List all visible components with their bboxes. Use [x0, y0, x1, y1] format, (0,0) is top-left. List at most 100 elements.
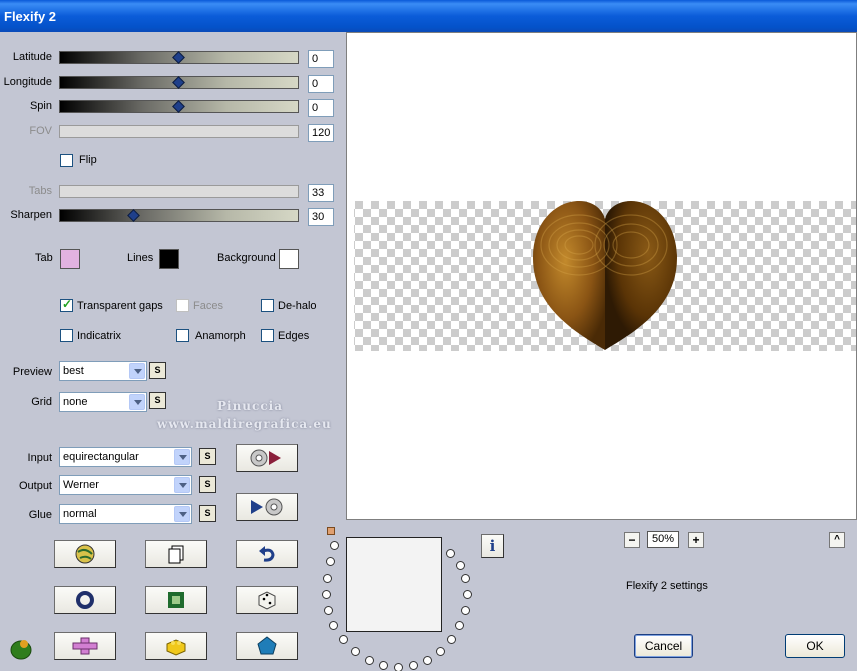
fov-value[interactable]: 120: [308, 124, 334, 142]
preview-label: Preview: [12, 366, 52, 378]
background-color-swatch[interactable]: [279, 249, 299, 269]
import-settings-button[interactable]: [236, 444, 298, 472]
output-s-button[interactable]: S: [199, 476, 216, 493]
preview-s-button[interactable]: S: [149, 362, 166, 379]
grid-select[interactable]: none: [59, 392, 147, 412]
anamorph-label: Anamorph: [195, 330, 246, 342]
plugin-logo-icon: [8, 635, 34, 664]
collapse-button[interactable]: ^: [829, 532, 845, 548]
ring-dot: [463, 590, 472, 599]
ring-dot: [339, 635, 348, 644]
window-title: Flexify 2: [4, 9, 57, 24]
flip-checkbox[interactable]: [60, 154, 73, 167]
longitude-slider[interactable]: [59, 76, 299, 89]
chevron-down-icon[interactable]: [174, 506, 190, 522]
slider-thumb[interactable]: [127, 209, 140, 222]
ring-dot: [394, 663, 403, 671]
edges-checkbox[interactable]: [261, 329, 274, 342]
random-tool-button[interactable]: [54, 540, 116, 568]
indicatrix-label: Indicatrix: [77, 330, 122, 342]
dehalo-checkbox[interactable]: [261, 299, 274, 312]
slider-thumb[interactable]: [172, 100, 185, 113]
plus-grid-icon: [72, 637, 98, 655]
glue-s-button[interactable]: S: [199, 505, 216, 522]
glue-select-value: normal: [63, 508, 97, 520]
brick-tool-button[interactable]: [145, 632, 207, 660]
flip-label: Flip: [79, 154, 97, 166]
chevron-down-icon[interactable]: [174, 477, 190, 493]
info-icon: i: [489, 537, 496, 555]
longitude-label: Longitude: [3, 76, 52, 88]
ring-dot: [461, 606, 470, 615]
navigator-thumbnail[interactable]: [346, 537, 442, 632]
disc-to-arrow-icon: [250, 449, 281, 467]
pentagon-icon: [257, 636, 277, 655]
lines-color-swatch[interactable]: [159, 249, 179, 269]
grid-s-button[interactable]: S: [149, 392, 166, 409]
frame-tool-button[interactable]: [145, 586, 207, 614]
fov-label: FOV: [29, 125, 52, 137]
pentagon-tool-button[interactable]: [236, 632, 298, 660]
faces-checkbox: [176, 299, 189, 312]
chevron-down-icon[interactable]: [129, 394, 145, 410]
slider-thumb[interactable]: [172, 51, 185, 64]
preview-select[interactable]: best: [59, 361, 147, 381]
transparent-gaps-checkbox[interactable]: [60, 297, 73, 312]
faces-label: Faces: [193, 300, 223, 312]
ring-dot: [330, 541, 339, 550]
slider-thumb[interactable]: [172, 76, 185, 89]
chevron-down-icon[interactable]: [129, 363, 145, 379]
background-color-label: Background: [217, 252, 276, 264]
dice-icon: [258, 591, 276, 610]
plus-tool-button[interactable]: [54, 632, 116, 660]
fov-slider: [59, 125, 299, 138]
cancel-button[interactable]: Cancel: [634, 634, 693, 658]
ring-dot: [322, 590, 331, 599]
input-select-value: equirectangular: [63, 451, 139, 463]
ring-dot: [351, 647, 360, 656]
input-label: Input: [27, 452, 52, 464]
ring-dot: [461, 574, 470, 583]
sharpen-value[interactable]: 30: [308, 208, 334, 226]
output-select[interactable]: Werner: [59, 475, 192, 495]
input-select[interactable]: equirectangular: [59, 447, 192, 467]
longitude-value[interactable]: 0: [308, 75, 334, 93]
tabs-value[interactable]: 33: [308, 184, 334, 202]
sharpen-slider[interactable]: [59, 209, 299, 222]
title-bar: Flexify 2: [0, 0, 857, 32]
output-select-value: Werner: [63, 479, 99, 491]
ring-dot: [409, 661, 418, 670]
glue-label: Glue: [28, 509, 52, 521]
copy-tool-button[interactable]: [145, 540, 207, 568]
latitude-value[interactable]: 0: [308, 50, 334, 68]
ring-dot: [329, 621, 338, 630]
undo-button[interactable]: [236, 540, 298, 568]
globe-icon: [75, 544, 95, 564]
zoom-out-button[interactable]: −: [624, 532, 640, 548]
preview-canvas[interactable]: [346, 32, 857, 520]
zoom-level: 50%: [647, 531, 679, 548]
input-s-button[interactable]: S: [199, 448, 216, 465]
latitude-slider[interactable]: [59, 51, 299, 64]
ring-dot: [455, 621, 464, 630]
spin-value[interactable]: 0: [308, 99, 334, 117]
tab-color-swatch[interactable]: [60, 249, 80, 269]
glue-select[interactable]: normal: [59, 504, 192, 524]
export-settings-button[interactable]: [236, 493, 298, 521]
ok-button[interactable]: OK: [785, 634, 845, 658]
grid-select-value: none: [63, 396, 88, 408]
dice-random-button[interactable]: [236, 586, 298, 614]
settings-name-label: Flexify 2 settings: [626, 580, 708, 592]
spin-slider[interactable]: [59, 100, 299, 113]
zoom-in-button[interactable]: +: [688, 532, 704, 548]
grid-label: Grid: [31, 396, 52, 408]
indicatrix-checkbox[interactable]: [60, 329, 73, 342]
anamorph-checkbox[interactable]: [176, 329, 189, 342]
edges-label: Edges: [278, 330, 310, 342]
ring-tool-button[interactable]: [54, 586, 116, 614]
spin-label: Spin: [29, 100, 52, 112]
info-button[interactable]: i: [481, 534, 504, 558]
tabs-label: Tabs: [28, 185, 52, 197]
corner-marker-icon: [327, 527, 335, 535]
chevron-down-icon[interactable]: [174, 449, 190, 465]
